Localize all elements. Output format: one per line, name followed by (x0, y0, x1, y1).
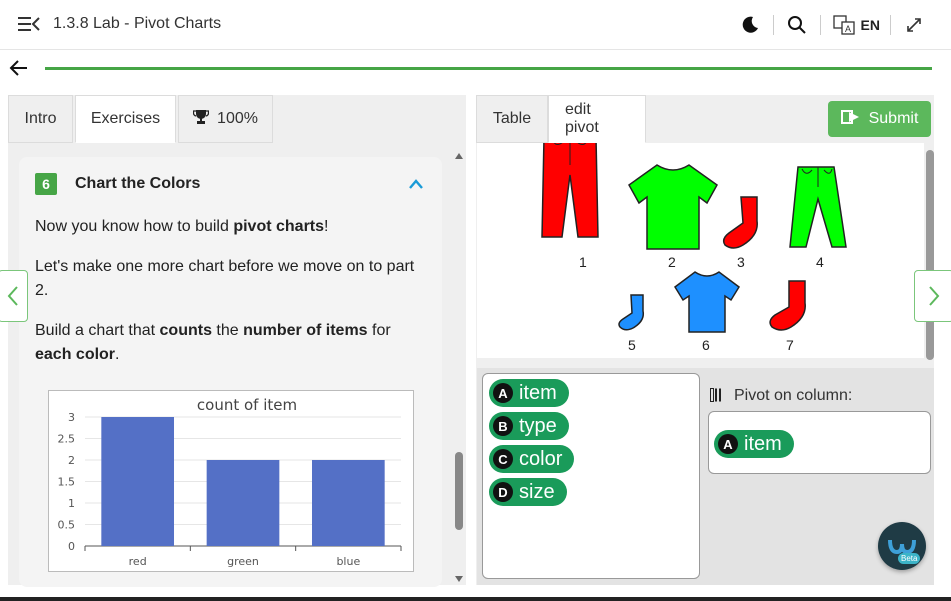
tab-table[interactable]: Table (476, 95, 548, 143)
item-sock (618, 294, 645, 331)
chart-title: count of item (197, 396, 297, 414)
y-tick-label: 3 (68, 411, 75, 424)
chevron-right-icon (929, 286, 940, 306)
bar (101, 417, 175, 546)
trophy-icon (192, 109, 210, 130)
item-sock (722, 196, 758, 249)
beta-badge: Beta (898, 553, 921, 564)
tab-label: Intro (24, 110, 57, 127)
bottom-border (0, 597, 951, 601)
pivot-editor: Aitem Btype Ccolor Dsize Pivot on column… (477, 368, 934, 585)
tab-label: Table (492, 110, 532, 127)
page-title: 1.3.8 Lab - Pivot Charts (53, 15, 222, 32)
item-number: 7 (786, 337, 794, 353)
item-number: 6 (702, 337, 710, 353)
tab-label: 100% (217, 110, 258, 127)
bar (311, 460, 385, 546)
pivot-label: Pivot on column: (734, 387, 853, 404)
fullscreen-icon[interactable] (901, 12, 927, 38)
item-number: 2 (668, 254, 676, 270)
menu-icon[interactable] (18, 14, 40, 34)
submit-label: Submit (868, 110, 919, 127)
item-pants (789, 166, 847, 248)
search-icon[interactable] (784, 12, 810, 38)
field-list: Aitem Btype Ccolor Dsize (482, 373, 700, 579)
y-tick-label: 1 (68, 497, 75, 510)
scrollbar-thumb[interactable] (926, 150, 934, 360)
divider (772, 15, 774, 35)
next-button[interactable] (914, 270, 951, 322)
scroll-down-icon[interactable] (454, 570, 464, 582)
item-number: 1 (579, 254, 587, 270)
previous-button[interactable] (0, 270, 28, 322)
back-arrow-icon[interactable] (8, 58, 30, 78)
item-shirt (674, 271, 740, 333)
tab-edit-pivot[interactable]: edit pivot (548, 95, 646, 143)
chevron-up-icon[interactable] (408, 177, 424, 189)
instructions-panel: Intro Exercises 100% 6 Chart the Colors … (8, 95, 466, 587)
item-pants (541, 143, 599, 238)
submit-button[interactable]: Submit (828, 101, 931, 137)
item-number: 4 (816, 254, 824, 270)
bar-chart: count of item 0 0.5 1 1.5 2 2.5 3 red green blue (48, 390, 414, 572)
pivot-dropzone[interactable]: Aitem (708, 411, 931, 474)
scrollbar-thumb[interactable] (455, 452, 463, 530)
top-bar: 1.3.8 Lab - Pivot Charts A EN (0, 0, 951, 50)
y-tick-label: 0 (68, 540, 75, 553)
progress-bar (45, 67, 932, 70)
step-badge: 6 (35, 173, 57, 195)
translate-icon[interactable]: A (831, 12, 857, 38)
y-tick-label: 2 (68, 454, 75, 467)
tab-exercises[interactable]: Exercises (75, 95, 176, 143)
top-right-toolbar: A EN (737, 12, 927, 38)
y-tick-label: 2.5 (58, 433, 76, 446)
bar (206, 460, 280, 546)
x-tick-label: green (227, 555, 259, 568)
x-tick-label: blue (336, 555, 360, 568)
language-label[interactable]: EN (861, 17, 880, 33)
svg-text:A: A (845, 24, 851, 34)
item-shirt (628, 164, 718, 250)
divider (890, 15, 891, 35)
submit-icon (840, 109, 861, 130)
scroll-up-icon[interactable] (454, 147, 464, 159)
column-icon (710, 388, 722, 402)
tab-intro[interactable]: Intro (8, 95, 73, 143)
divider (819, 15, 821, 35)
instruction-paragraph: Let's make one more chart before we move… (35, 258, 415, 299)
x-tick-label: red (129, 555, 147, 568)
field-chip-type[interactable]: Btype (489, 412, 569, 440)
y-tick-label: 0.5 (58, 519, 76, 532)
items-display: 1 2 3 4 5 6 7 (477, 143, 924, 358)
instruction-paragraph: Build a chart that counts the number of … (35, 322, 391, 363)
tab-score[interactable]: 100% (178, 95, 273, 143)
chart-svg: count of item 0 0.5 1 1.5 2 2.5 3 red green blue (58, 396, 402, 568)
instruction-paragraph: Now you know how to build pivot charts! (35, 218, 329, 235)
tab-label: Exercises (90, 110, 161, 127)
item-number: 5 (628, 337, 636, 353)
chevron-left-icon (7, 286, 18, 306)
item-sock (769, 280, 806, 331)
exercise-card: 6 Chart the Colors Now you know how to b… (19, 157, 442, 587)
pivot-chip-item[interactable]: Aitem (714, 430, 794, 458)
card-title: Chart the Colors (75, 175, 201, 192)
instruction-tabs: Intro Exercises 100% (8, 95, 275, 143)
item-number: 3 (737, 254, 745, 270)
field-chip-color[interactable]: Ccolor (489, 445, 575, 473)
y-tick-label: 1.5 (58, 476, 76, 489)
dark-mode-icon[interactable] (737, 12, 763, 38)
field-chip-size[interactable]: Dsize (489, 478, 567, 506)
field-chip-item[interactable]: Aitem (489, 379, 569, 407)
tab-label: edit pivot (565, 101, 599, 136)
